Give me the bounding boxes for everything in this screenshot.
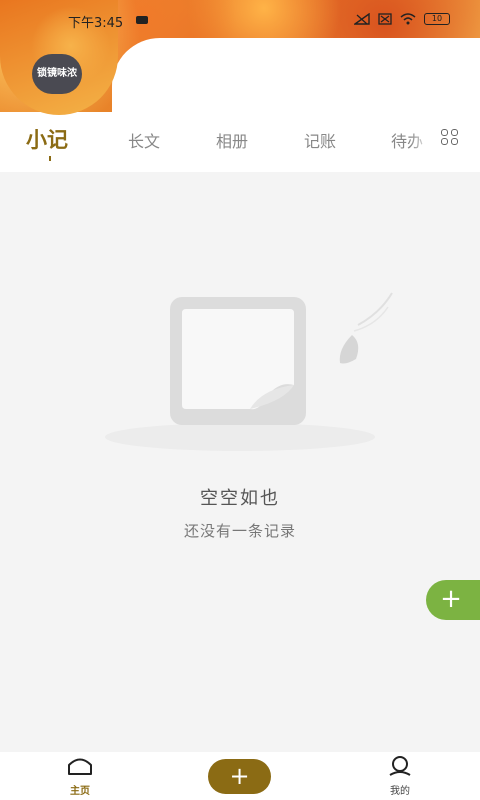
home-icon [68, 758, 92, 775]
add-note-button[interactable]: + [426, 580, 480, 620]
tab-indicator [49, 156, 51, 161]
nav-home-label: 主页 [70, 786, 90, 797]
tab-fade [410, 120, 432, 160]
bottom-nav: 主页 + 我的 [0, 752, 480, 800]
empty-subtitle: 还没有一条记录 [183, 522, 296, 540]
signal-icon [354, 13, 370, 25]
nav-mine[interactable]: 我的 [370, 756, 430, 797]
tab-articles[interactable]: 长文 [128, 128, 160, 152]
status-bar: 下午3:45 10 [0, 10, 480, 32]
tab-bar: 小记 长文 相册 记账 待办 [0, 120, 480, 161]
status-time: 下午3:45 [68, 16, 124, 31]
empty-illustration [105, 292, 393, 451]
battery-icon: 10 [424, 13, 450, 25]
tab-notes[interactable]: 小记 [26, 124, 68, 154]
user-icon [389, 756, 411, 776]
center-add-button[interactable]: + [208, 759, 271, 794]
nav-mine-label: 我的 [390, 786, 410, 797]
empty-title: 空空如也 [200, 488, 280, 509]
wifi-icon [400, 13, 416, 25]
nav-home[interactable]: 主页 [50, 756, 110, 797]
sim-off-icon [378, 13, 392, 25]
status-icons: 10 [354, 13, 450, 25]
notification-icon [136, 16, 148, 24]
grid-icon[interactable] [441, 129, 461, 147]
tab-album[interactable]: 相册 [216, 128, 248, 152]
avatar[interactable]: 锁镜味浓 [32, 54, 82, 94]
tab-accounting[interactable]: 记账 [304, 128, 336, 152]
